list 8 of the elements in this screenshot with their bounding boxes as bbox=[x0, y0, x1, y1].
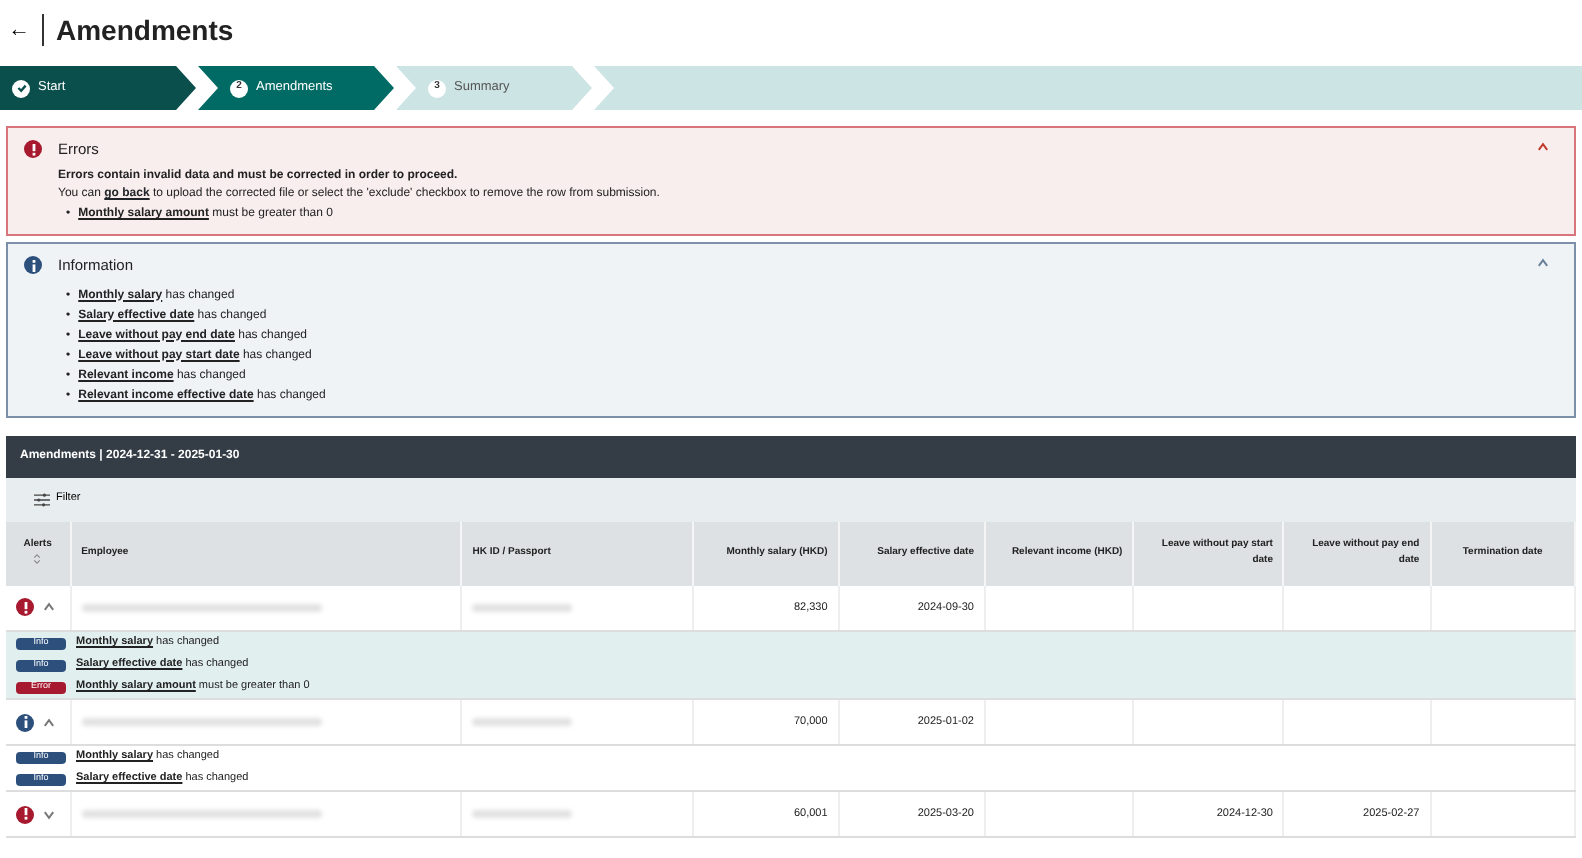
blurred-text bbox=[472, 603, 573, 612]
error-icon bbox=[24, 140, 42, 159]
filter-icon bbox=[34, 491, 50, 507]
page-title: Amendments bbox=[56, 13, 234, 47]
back-button[interactable]: ← bbox=[8, 13, 30, 47]
check-icon bbox=[12, 79, 30, 97]
info-icon bbox=[24, 256, 42, 275]
sort-icon bbox=[30, 552, 45, 567]
